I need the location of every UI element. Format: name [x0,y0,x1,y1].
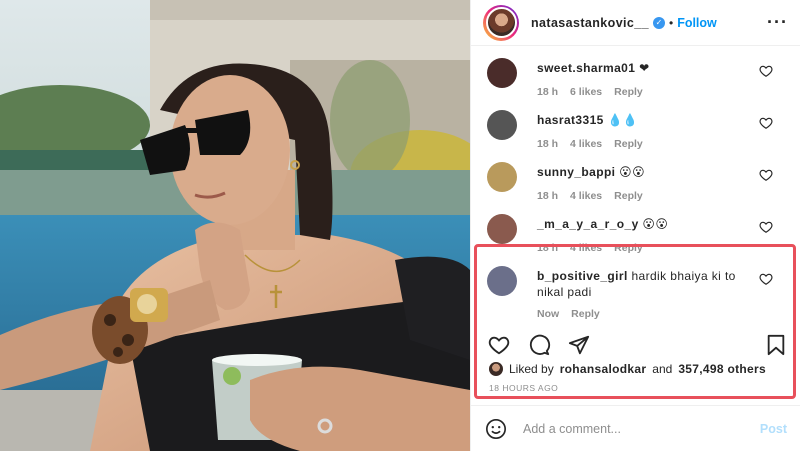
comment-time: 18 h [537,190,559,202]
comment-username[interactable]: _m_a_y_a_r_o_y [537,217,639,231]
comment-time: Now [537,308,560,320]
emoji-icon[interactable] [485,418,507,440]
comment-meta: 18 h 6 likes Reply [537,86,800,98]
share-paper-plane-icon[interactable] [567,334,591,356]
post-image [0,0,470,451]
reply-button[interactable]: Reply [614,86,643,98]
comment-username[interactable]: sweet.sharma01 [537,61,635,75]
add-comment-input[interactable] [523,421,760,436]
comment-list: sweet.sharma01 ❤ 18 h 6 likes Reply hasr… [471,50,800,326]
liked-by-mid: and [652,362,673,376]
comment-time: 18 h [537,242,559,254]
bookmark-icon[interactable] [765,334,787,356]
commenter-avatar[interactable] [487,58,517,88]
commenter-avatar[interactable] [487,110,517,140]
like-heart-icon[interactable] [487,334,511,356]
comment-message: 😮😮 [642,217,669,231]
comment-item: sweet.sharma01 ❤ 18 h 6 likes Reply [471,50,800,102]
comment-meta: 18 h 4 likes Reply [537,242,800,254]
more-horizontal-icon[interactable]: ··· [767,12,788,33]
comment-username[interactable]: hasrat3315 [537,113,604,127]
heart-icon[interactable] [759,220,773,234]
liked-by-row: Liked by rohansalodkar and 357,498 other… [489,362,766,376]
post-photo[interactable] [0,0,470,451]
author-username[interactable]: natasastankovic__ [531,16,649,30]
comment-bubble-icon[interactable] [527,334,551,356]
comment-item: b_positive_girl hardik bhaiya ki to nika… [471,258,800,326]
post-timestamp[interactable]: 18 HOURS AGO [489,383,558,393]
comment-item: hasrat3315 💧💧 18 h 4 likes Reply [471,102,800,154]
post-actions [471,334,800,358]
comment-time: 18 h [537,86,559,98]
comment-text: hasrat3315 💧💧 [537,102,752,128]
add-comment-bar: Post [471,405,800,451]
reply-button[interactable]: Reply [614,138,643,150]
comment-text: sweet.sharma01 ❤ [537,50,752,76]
commenter-avatar[interactable] [487,214,517,244]
author-avatar[interactable] [483,4,519,41]
comment-likes[interactable]: 4 likes [570,190,602,202]
comment-likes[interactable]: 4 likes [570,138,602,150]
post-header: natasastankovic__ ✓ • Follow ··· [471,0,800,46]
separator-dot: • [668,15,674,30]
verified-icon: ✓ [652,16,665,29]
comment-item: sunny_bappi 😮😮 18 h 4 likes Reply [471,154,800,206]
comment-likes[interactable]: 6 likes [570,86,602,98]
reply-button[interactable]: Reply [614,190,643,202]
comment-meta: Now Reply [537,308,800,320]
comment-message: 😮😮 [619,165,645,179]
commenter-avatar[interactable] [487,162,517,192]
comment-message: 💧💧 [607,113,639,127]
comment-item: _m_a_y_a_r_o_y 😮😮 18 h 4 likes Reply [471,206,800,258]
comment-text: sunny_bappi 😮😮 [537,154,752,180]
heart-icon[interactable] [759,116,773,130]
liked-by-prefix: Liked by [509,362,554,376]
comment-meta: 18 h 4 likes Reply [537,138,800,150]
comment-username[interactable]: sunny_bappi [537,165,615,179]
comment-message: ❤ [639,61,650,75]
comment-text: b_positive_girl hardik bhaiya ki to nika… [537,258,752,300]
reply-button[interactable]: Reply [614,242,643,254]
post-sidebar: natasastankovic__ ✓ • Follow ··· sweet.s… [470,0,800,451]
follow-button[interactable]: Follow [677,16,717,30]
comment-time: 18 h [537,138,559,150]
liker-avatar[interactable] [489,362,503,376]
heart-icon[interactable] [759,168,773,182]
comment-username[interactable]: b_positive_girl [537,269,628,283]
reply-button[interactable]: Reply [571,308,600,320]
commenter-avatar[interactable] [487,266,517,296]
post-comment-button[interactable]: Post [760,422,787,436]
liker-username[interactable]: rohansalodkar [560,362,647,376]
heart-icon[interactable] [759,64,773,78]
comment-likes[interactable]: 4 likes [570,242,602,254]
comment-text: _m_a_y_a_r_o_y 😮😮 [537,206,752,232]
heart-icon[interactable] [759,272,773,286]
comment-meta: 18 h 4 likes Reply [537,190,800,202]
likes-count[interactable]: 357,498 others [678,362,766,376]
